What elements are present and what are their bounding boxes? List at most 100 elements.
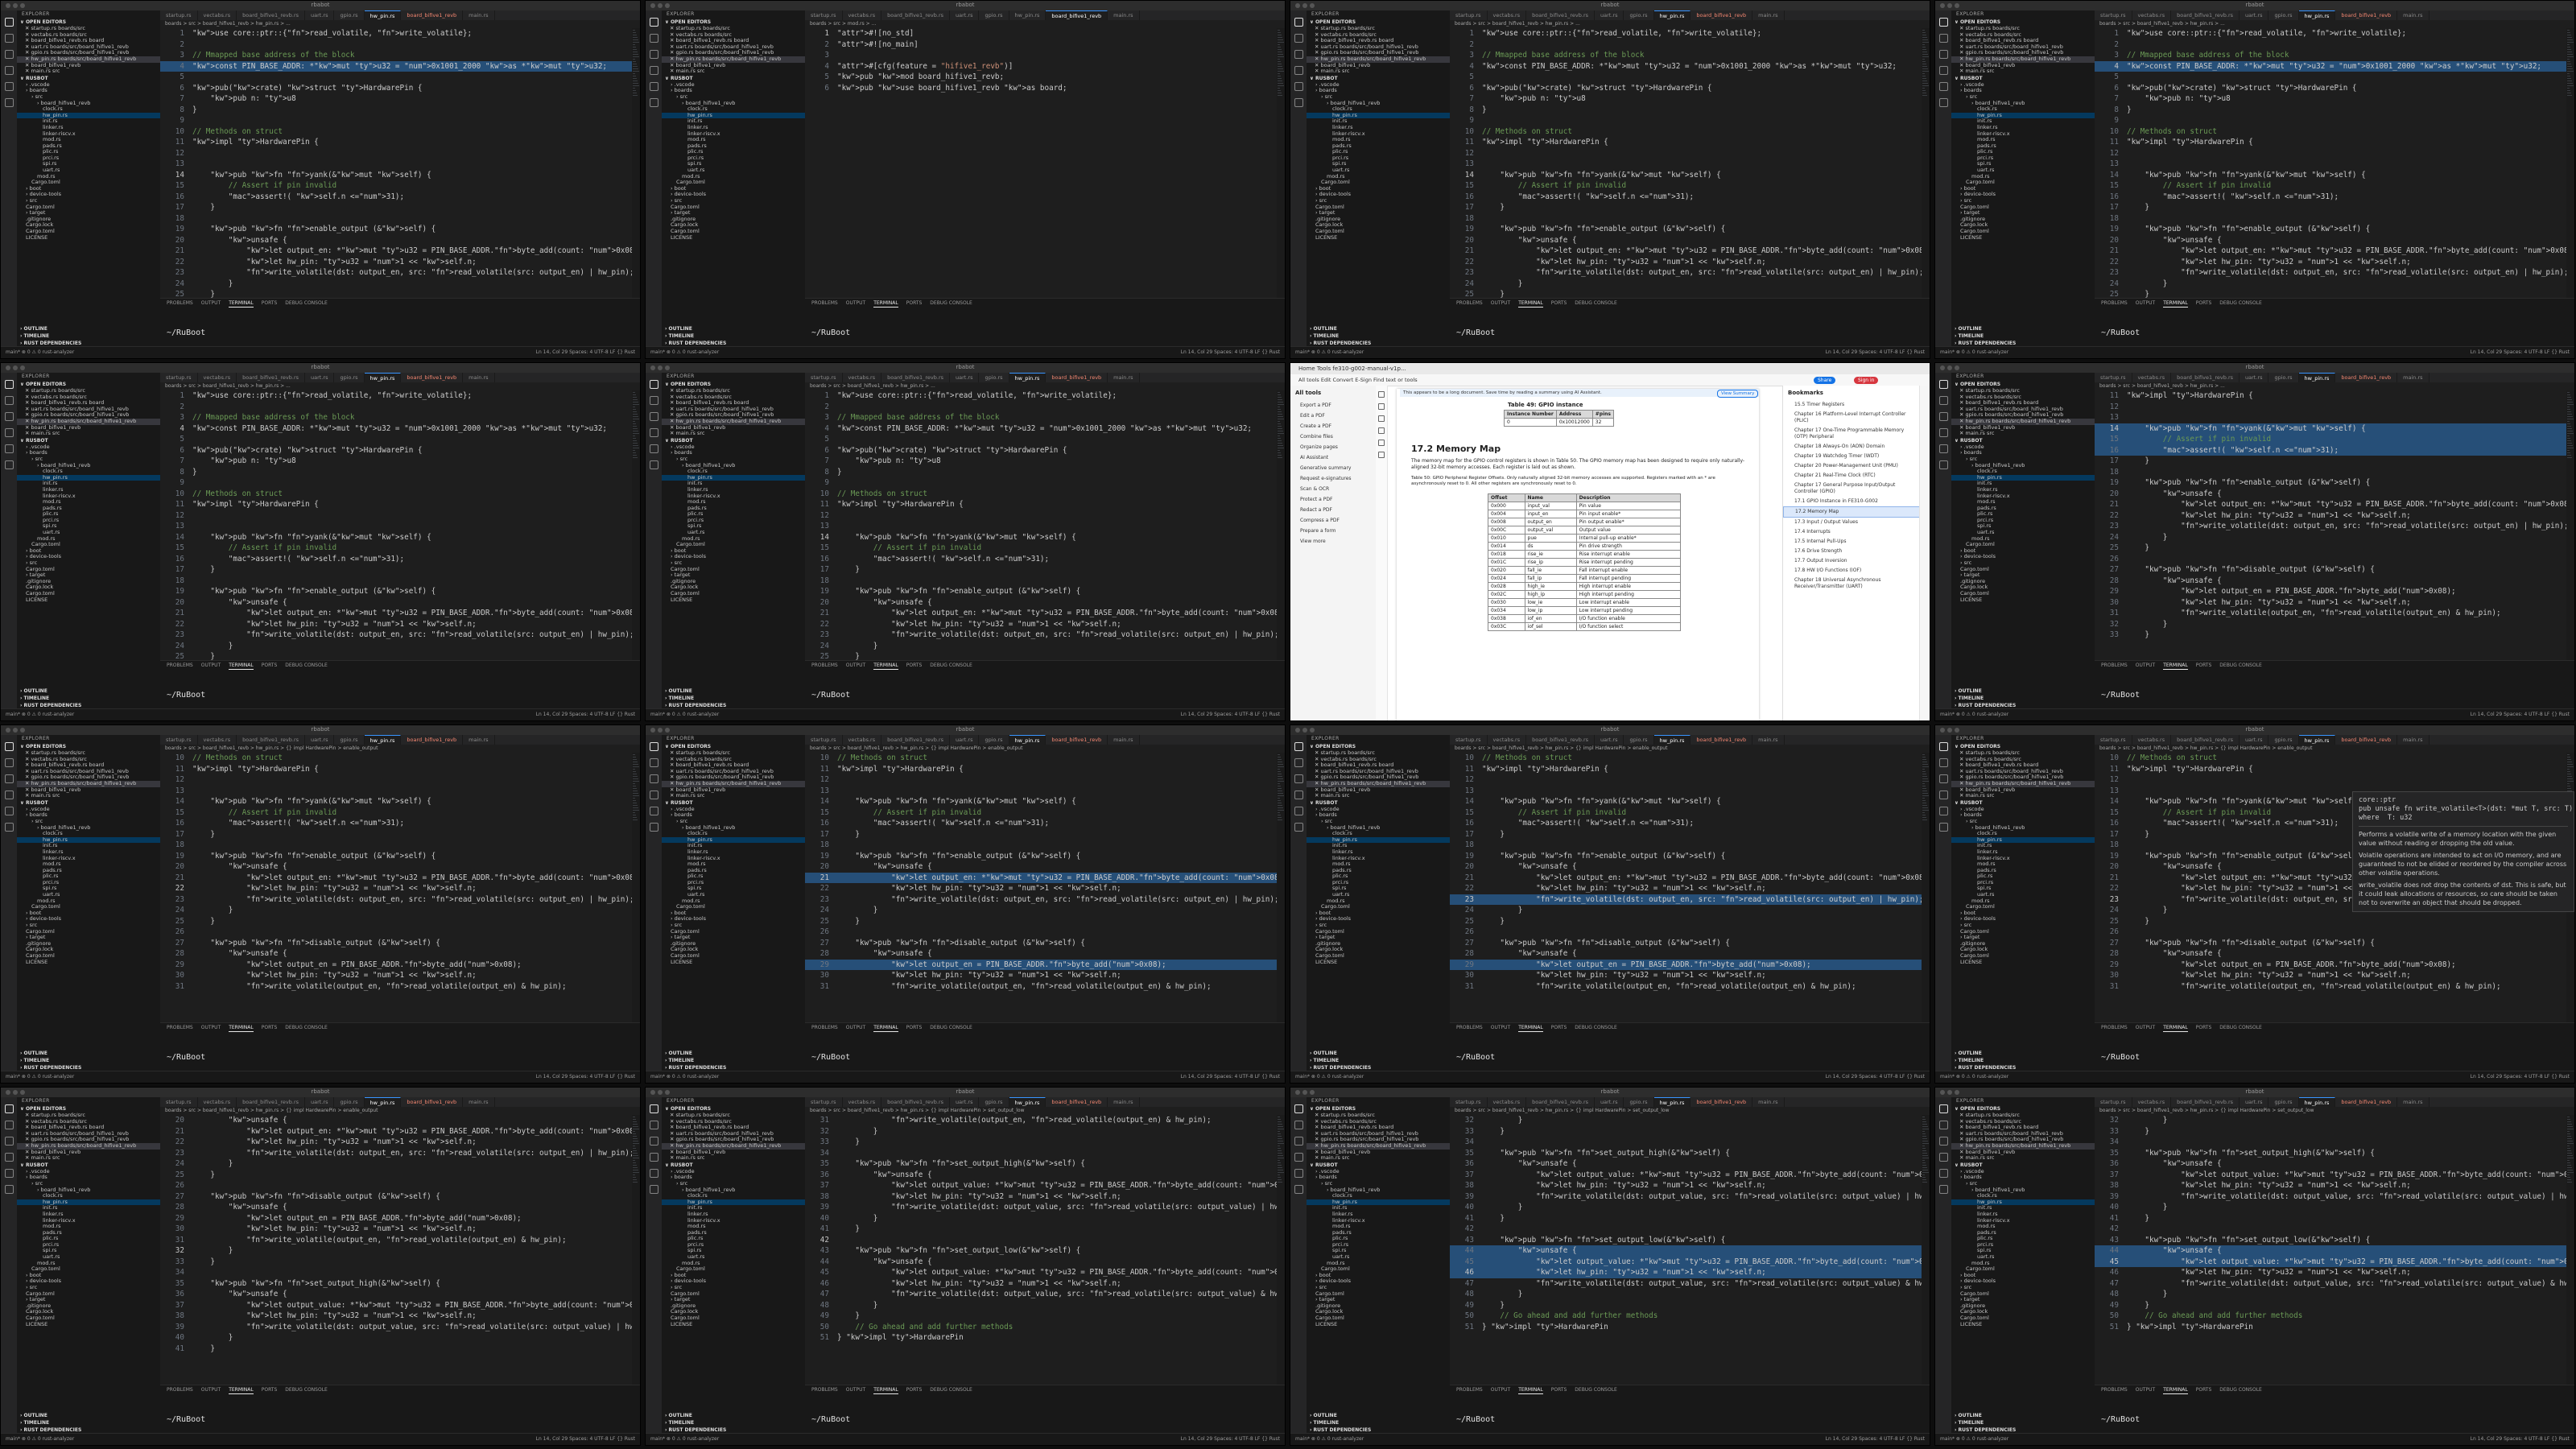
file-tree-item[interactable]: › boot bbox=[662, 548, 805, 555]
file-tree-item[interactable]: init.rs bbox=[17, 1205, 160, 1212]
file-tree-item[interactable]: hw_pin.rs bbox=[662, 112, 805, 119]
source-control-icon[interactable] bbox=[1938, 50, 1948, 59]
code-line[interactable]: 13 bbox=[805, 786, 1277, 797]
file-tree-item[interactable]: › target bbox=[1307, 935, 1450, 941]
code-line[interactable]: 29 "kw">let output_en = PIN_BASE_ADDR."f… bbox=[2095, 960, 2566, 971]
editor-tab[interactable]: board_bifive1_revb.rs bbox=[881, 1097, 951, 1107]
editor-tab[interactable]: hw_pin.rs bbox=[2298, 735, 2336, 745]
open-editor-item[interactable]: ✕ hw_pin.rs boards/src/board_hifive1_rev… bbox=[662, 1142, 805, 1150]
code-line[interactable]: 16 "mac">assert!( "kw">self.n <="num">31… bbox=[160, 818, 632, 829]
search-icon[interactable] bbox=[1938, 396, 1948, 405]
file-tree-item[interactable]: linker-riscv.x bbox=[662, 131, 805, 138]
minimap[interactable] bbox=[1922, 1115, 1930, 1385]
open-editors-header[interactable]: ∨ OPEN EDITORS bbox=[17, 19, 160, 26]
explorer-icon[interactable] bbox=[1294, 1104, 1303, 1113]
open-editor-item[interactable]: ✕ uart.rs boards/src/board_hifive1_revb bbox=[662, 769, 805, 775]
code-line[interactable]: 35 "kw">pub "kw">fn "fn">set_output_high… bbox=[2095, 1148, 2566, 1159]
open-editors-header[interactable]: ∨ OPEN EDITORS bbox=[662, 743, 805, 750]
file-tree-item[interactable]: › .vscode bbox=[1951, 807, 2095, 813]
file-tree-item[interactable]: prci.rs bbox=[1307, 1242, 1450, 1249]
open-editor-item[interactable]: ✕ board_bifive1_revb.rs board bbox=[1307, 38, 1450, 44]
tool-item[interactable]: Organize pages bbox=[1290, 442, 1376, 452]
file-tree-item[interactable]: init.rs bbox=[1951, 118, 2095, 125]
code-line[interactable]: 42 bbox=[805, 1235, 1277, 1246]
file-tree-item[interactable]: .gitignore bbox=[17, 579, 160, 585]
open-editor-item[interactable]: ✕ main.rs src bbox=[1951, 1155, 2095, 1162]
file-tree-item[interactable]: › board_hifive1_revb bbox=[17, 463, 160, 469]
file-tree-item[interactable]: init.rs bbox=[662, 843, 805, 849]
file-tree-item[interactable]: linker-riscv.x bbox=[1951, 131, 2095, 138]
editor-tab[interactable]: hw_pin.rs bbox=[2298, 1097, 2336, 1107]
open-editor-item[interactable]: ✕ board_bifive1_revb.rs board bbox=[662, 762, 805, 769]
code-line[interactable]: 21 "kw">let output_en: *"kw">mut "ty">u3… bbox=[1450, 873, 1922, 884]
editor-tab[interactable]: main.rs bbox=[463, 373, 495, 382]
status-left[interactable]: main* ⊗ 0 ⚠ 0 rust-analyzer bbox=[6, 1074, 74, 1080]
code-line[interactable]: 17 } bbox=[2095, 456, 2566, 467]
open-editor-item[interactable]: ✕ hw_pin.rs boards/src/board_hifive1_rev… bbox=[1307, 780, 1450, 787]
run-debug-icon[interactable] bbox=[649, 791, 658, 799]
open-editor-item[interactable]: ✕ hw_pin.rs boards/src/board_hifive1_rev… bbox=[662, 56, 805, 63]
code-line[interactable]: 36 "kw">unsafe { bbox=[160, 1289, 632, 1300]
sidebar-section-outline[interactable]: › OUTLINE bbox=[1951, 687, 2095, 695]
source-control-icon[interactable] bbox=[1938, 774, 1948, 783]
code-line[interactable]: 39 "fn">write_volatile(dst: output_value… bbox=[805, 1202, 1277, 1213]
source-control-icon[interactable] bbox=[1938, 412, 1948, 421]
code-line[interactable]: 24 } bbox=[2095, 532, 2566, 543]
editor-tab[interactable]: uart.rs bbox=[1595, 10, 1624, 20]
file-tree-item[interactable]: › boards bbox=[1307, 88, 1450, 94]
file-tree-item[interactable]: hw_pin.rs bbox=[1951, 112, 2095, 119]
file-tree-item[interactable]: › target bbox=[1307, 210, 1450, 217]
editor-tab[interactable]: startup.rs bbox=[160, 373, 198, 382]
code-line[interactable]: 14 "kw">pub "kw">fn "fn">yank(&"kw">mut … bbox=[2095, 170, 2566, 181]
code-line[interactable]: 39 "fn">write_volatile(dst: output_value… bbox=[1450, 1191, 1922, 1203]
code-line[interactable]: 38 "kw">let hw_pin: "ty">u32 = "num">1 <… bbox=[805, 1191, 1277, 1203]
code-line[interactable]: 2 bbox=[160, 39, 632, 51]
editor-tab[interactable]: hw_pin.rs bbox=[364, 10, 402, 20]
bookmark-item[interactable]: 17.7 Output Inversion bbox=[1783, 556, 1920, 566]
explorer-icon[interactable] bbox=[1294, 18, 1303, 27]
file-tree-item[interactable]: mod.rs bbox=[1951, 137, 2095, 143]
open-editors-header[interactable]: ∨ OPEN EDITORS bbox=[1307, 743, 1450, 750]
minimap[interactable] bbox=[632, 28, 640, 299]
editor-tab[interactable]: startup.rs bbox=[160, 1097, 198, 1107]
panel-tab-debug-console[interactable]: DEBUG CONSOLE bbox=[2219, 1385, 2262, 1394]
code-line[interactable]: 17 } bbox=[1450, 202, 1922, 213]
open-editor-item[interactable]: ✕ gpio.rs boards/src/board_hifive1_revb bbox=[1307, 774, 1450, 781]
code-line[interactable]: 19 "kw">pub "kw">fn "fn">enable_output (… bbox=[160, 224, 632, 235]
panel-tab-ports[interactable]: PORTS bbox=[2196, 1023, 2212, 1032]
open-editor-item[interactable]: ✕ main.rs src bbox=[1951, 68, 2095, 75]
code-line[interactable]: 49 } bbox=[1450, 1300, 1922, 1311]
panel-tab-terminal[interactable]: TERMINAL bbox=[2163, 1023, 2188, 1032]
file-tree-item[interactable]: › src bbox=[662, 560, 805, 567]
editor-tab[interactable]: vectabs.rs bbox=[843, 373, 882, 382]
file-tree-item[interactable]: hw_pin.rs bbox=[662, 836, 805, 844]
editor-tab[interactable]: gpio.rs bbox=[2268, 10, 2299, 20]
panel-tab-problems[interactable]: PROBLEMS bbox=[811, 661, 838, 670]
file-tree-item[interactable]: mod.rs bbox=[17, 1224, 160, 1230]
code-line[interactable]: 15 // Assert if pin invalid bbox=[805, 543, 1277, 554]
code-line[interactable]: 43 "kw">pub "kw">fn "fn">set_output_low(… bbox=[2095, 1235, 2566, 1246]
code-line[interactable]: 46 "kw">let hw_pin: "ty">u32 = "num">1 <… bbox=[2095, 1267, 2566, 1278]
run-debug-icon[interactable] bbox=[649, 428, 658, 437]
file-tree-item[interactable]: spi.rs bbox=[1951, 523, 2095, 530]
editor-tab[interactable]: gpio.rs bbox=[334, 10, 365, 20]
status-right[interactable]: Ln 14, Col 29 Spaces: 4 UTF-8 LF {} Rust bbox=[2471, 1074, 2570, 1080]
panel-tab-debug-console[interactable]: DEBUG CONSOLE bbox=[285, 1385, 328, 1394]
workspace-header[interactable]: ∨ RUSBOT bbox=[662, 75, 805, 82]
highlight-icon[interactable] bbox=[1378, 427, 1385, 434]
file-tree-item[interactable]: › board_hifive1_revb bbox=[662, 101, 805, 107]
source-control-icon[interactable] bbox=[1938, 1137, 1948, 1146]
code-line[interactable]: 17 } bbox=[805, 829, 1277, 840]
status-right[interactable]: Ln 14, Col 29 Spaces: 4 UTF-8 LF {} Rust bbox=[1181, 712, 1280, 717]
editor-tab[interactable]: gpio.rs bbox=[979, 10, 1009, 20]
editor-tab[interactable]: uart.rs bbox=[305, 735, 335, 745]
file-tree-item[interactable]: pads.rs bbox=[17, 868, 160, 874]
editor-tab[interactable]: board_bifive1_revb bbox=[401, 373, 464, 382]
source-control-icon[interactable] bbox=[649, 1137, 658, 1146]
editor-tab[interactable]: board_bifive1_revb bbox=[1690, 1097, 1753, 1107]
panel-tab-ports[interactable]: PORTS bbox=[262, 1385, 278, 1394]
minimap[interactable] bbox=[1277, 28, 1285, 299]
code-line[interactable]: 10// Methods on struct bbox=[805, 753, 1277, 764]
code-line[interactable]: 27 "kw">pub "kw">fn "fn">disable_output … bbox=[1450, 938, 1922, 949]
editor-tab[interactable]: board_bifive1_revb.rs bbox=[237, 10, 306, 20]
